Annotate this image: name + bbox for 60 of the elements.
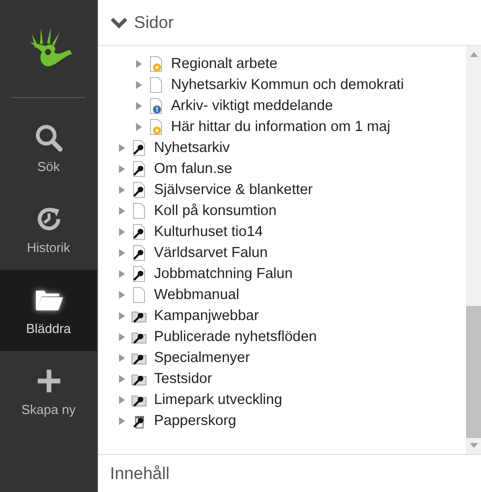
tree-item[interactable]: Regionalt arbete — [171, 56, 278, 72]
expand-arrow-icon[interactable] — [118, 226, 126, 236]
page-key-icon — [131, 182, 147, 198]
sidebar-nav-item[interactable]: Bläddra — [0, 270, 97, 351]
scrollbar-thumb[interactable] — [466, 306, 481, 438]
tree-item[interactable]: Jobbmatchning Falun — [154, 266, 293, 282]
tree-item[interactable]: Kulturhuset tio14 — [154, 224, 263, 240]
page-clock-icon — [148, 56, 164, 72]
tree-item[interactable]: Om falun.se — [154, 160, 232, 176]
page-icon — [148, 76, 164, 92]
page-key-icon — [131, 224, 147, 240]
expand-arrow-icon[interactable] — [118, 416, 126, 426]
tree-item[interactable]: Koll på konsumtion — [154, 202, 277, 218]
tree-item[interactable]: Nyhetsarkiv Kommun och demokrati — [171, 76, 404, 92]
expand-arrow-icon[interactable] — [118, 310, 126, 320]
sidebar-nav-item[interactable]: Skapa ny — [0, 351, 97, 432]
page-icon — [131, 202, 147, 218]
chevron-icon — [110, 16, 128, 30]
expand-arrow-icon[interactable] — [118, 206, 126, 216]
expand-arrow-icon[interactable] — [118, 142, 126, 152]
tree-item[interactable]: Testsidor — [154, 370, 212, 386]
page-info-icon — [148, 98, 164, 114]
expand-arrow-icon[interactable] — [118, 164, 126, 174]
page-key-icon — [131, 160, 147, 176]
tree-item[interactable]: Papperskorg — [154, 412, 236, 428]
page-icon — [131, 286, 147, 302]
tree-item[interactable]: Publicerade nyhetsflöden — [154, 328, 317, 344]
tree-item[interactable]: Kampanjwebbar — [154, 308, 259, 324]
panel-header[interactable]: Sidor — [98, 0, 481, 46]
expand-arrow-icon[interactable] — [118, 184, 126, 194]
tree-item[interactable]: Limepark utveckling — [154, 392, 282, 408]
expand-arrow-icon[interactable] — [135, 122, 143, 132]
page-key-icon — [131, 140, 147, 156]
expand-arrow-icon[interactable] — [135, 100, 143, 110]
expand-arrow-icon[interactable] — [118, 352, 126, 362]
expand-arrow-icon[interactable] — [118, 290, 126, 300]
search-icon — [34, 123, 64, 153]
tree-item[interactable]: Här hittar du information om 1 maj — [171, 118, 390, 134]
expand-arrow-icon[interactable] — [135, 58, 143, 68]
scroll-down-icon[interactable] — [470, 443, 478, 449]
expand-arrow-icon[interactable] — [118, 374, 126, 384]
scroll-up-icon[interactable] — [470, 51, 478, 57]
scrollbar[interactable] — [466, 46, 481, 454]
sidebar-nav-item[interactable]: Historik — [0, 189, 97, 270]
expand-arrow-icon[interactable] — [118, 248, 126, 258]
sidebar-nav-item[interactable]: Sök — [0, 108, 97, 189]
expand-arrow-icon[interactable] — [118, 394, 126, 404]
expand-arrow-icon[interactable] — [118, 332, 126, 342]
page-key-icon — [131, 244, 147, 260]
tree-item[interactable]: Specialmenyer — [154, 350, 250, 366]
tree-item[interactable]: Världsarvet Falun — [154, 244, 268, 260]
tree-item[interactable]: Webbmanual — [154, 286, 240, 302]
panel-header[interactable]: Innehåll — [98, 455, 481, 492]
page-key-icon — [131, 266, 147, 282]
expand-arrow-icon[interactable] — [118, 268, 126, 278]
tree-item[interactable]: Nyhetsarkiv — [154, 140, 230, 156]
page-clock-icon — [148, 118, 164, 134]
tree-item[interactable]: Självservice & blanketter — [154, 182, 313, 198]
tree-item[interactable]: Arkiv- viktigt meddelande — [171, 98, 333, 114]
expand-arrow-icon[interactable] — [135, 80, 143, 90]
